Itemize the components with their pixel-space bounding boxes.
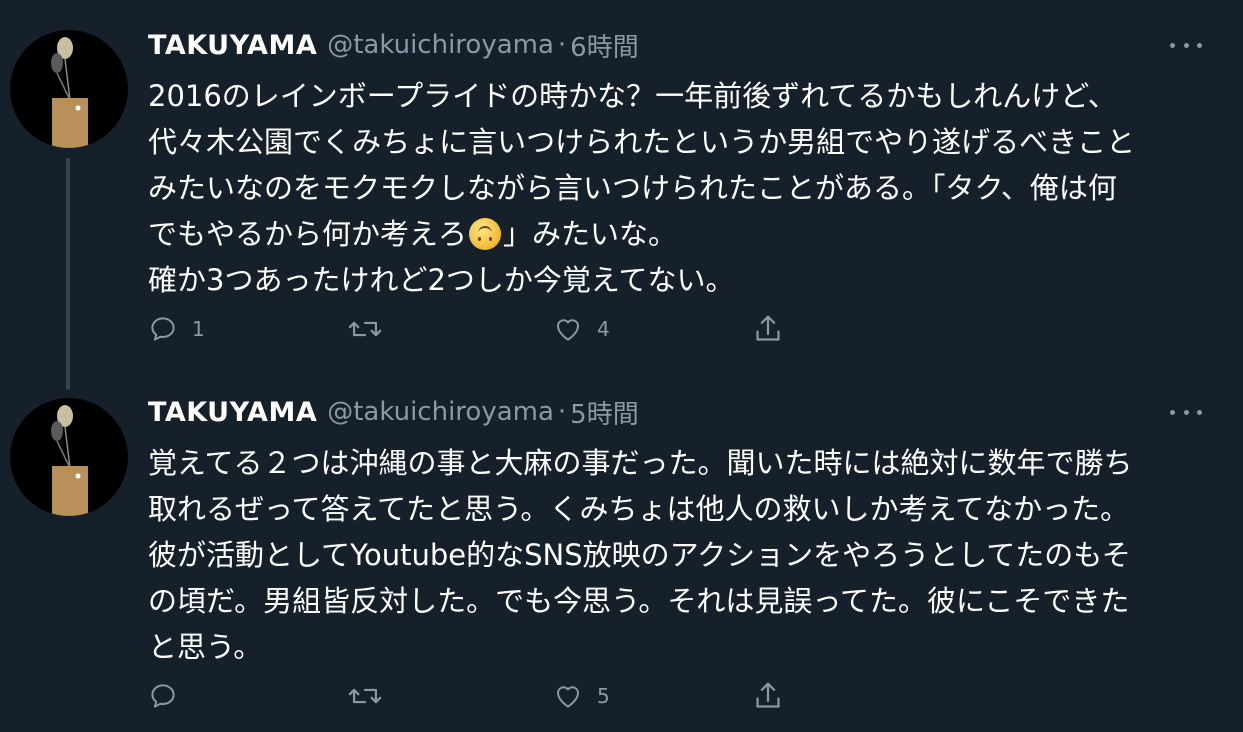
avatar-image [51, 405, 88, 516]
thread-line [66, 158, 70, 390]
more-icon[interactable] [1170, 402, 1202, 422]
tweet-text: 覚えてる２つは沖縄の事と大麻の事だった。聞いた時には絶対に数年で勝ち 取れるぜっ… [148, 440, 1208, 670]
reply-icon [151, 684, 175, 708]
tweet-line-segment: でもやるから何か考えろ [148, 217, 468, 251]
like-count: 5 [597, 684, 610, 708]
reply-icon [151, 317, 175, 341]
share-button[interactable] [753, 311, 783, 347]
retweet-button[interactable] [348, 311, 396, 347]
tweet-text: 2016のレインボープライドの時かな？一年前後ずれてるかもしれんけど、 代々木公… [148, 73, 1208, 303]
tweet-line: と思う。 [148, 630, 263, 664]
tweet-line-segment: 」みたいな。 [503, 217, 678, 251]
reply-button[interactable] [148, 678, 192, 714]
tweet-line: 2016のレインボープライドの時かな？一年前後ずれてるかもしれんけど、 [148, 79, 1117, 113]
more-icon[interactable] [1170, 35, 1202, 55]
retweet-button[interactable] [348, 678, 396, 714]
reply-count: 1 [192, 317, 205, 341]
tweet-line: の頃だ。男組皆反対した。でも今思う。それは見誤ってた。彼にこそできた [148, 584, 1130, 618]
tweet-line: 確か3つあったけれど2つしか今覚えてない。 [148, 263, 735, 297]
display-name[interactable]: TAKUYAMA [148, 397, 317, 428]
tweet-line: 代々木公園でくみちょに言いつけられたというか男組でやり遂げるべきこと [148, 125, 1136, 159]
user-handle[interactable]: @takuichiroyama [327, 30, 554, 60]
tweet-line: 取れるぜって答えてたと思う。くみちょは他人の救いしか考えてなかった。 [148, 492, 1130, 526]
timestamp[interactable]: 6時間 [570, 27, 639, 64]
separator: · [557, 30, 567, 60]
heart-icon [557, 319, 579, 341]
tweet-header: TAKUYAMA @takuichiroyama · 6時間 [148, 25, 639, 65]
tweet-actions: 1 4 [148, 311, 848, 347]
tweet-line: でもやるから何か考えろ 」みたいな。 [148, 211, 1208, 257]
retweet-icon [348, 321, 382, 337]
like-button[interactable]: 5 [553, 678, 610, 714]
avatar[interactable] [10, 398, 128, 516]
like-count: 4 [597, 317, 610, 341]
tweet-actions: 5 [148, 678, 848, 714]
like-button[interactable]: 4 [553, 311, 610, 347]
upside-down-face-emoji [469, 218, 502, 250]
tweet-line: 彼が活動としてYoutube的なSNS放映のアクションをやろうとしてたのもそ [148, 538, 1131, 572]
share-button[interactable] [753, 678, 783, 714]
heart-icon [557, 686, 579, 708]
timestamp[interactable]: 5時間 [570, 394, 639, 431]
user-handle[interactable]: @takuichiroyama [327, 397, 554, 427]
avatar[interactable] [10, 30, 128, 148]
tweet-line: 覚えてる２つは沖縄の事と大麻の事だった。聞いた時には絶対に数年で勝ち [148, 446, 1133, 480]
display-name[interactable]: TAKUYAMA [148, 30, 317, 61]
tweet-line: みたいなのをモクモクしながら言いつけられたことがある。「タク、俺は何 [148, 171, 1117, 205]
tweet-header: TAKUYAMA @takuichiroyama · 5時間 [148, 392, 639, 432]
reply-button[interactable]: 1 [148, 311, 205, 347]
avatar-image [51, 37, 88, 148]
retweet-icon [348, 688, 382, 704]
share-icon [756, 682, 780, 708]
separator: · [557, 397, 567, 427]
share-icon [756, 315, 780, 341]
